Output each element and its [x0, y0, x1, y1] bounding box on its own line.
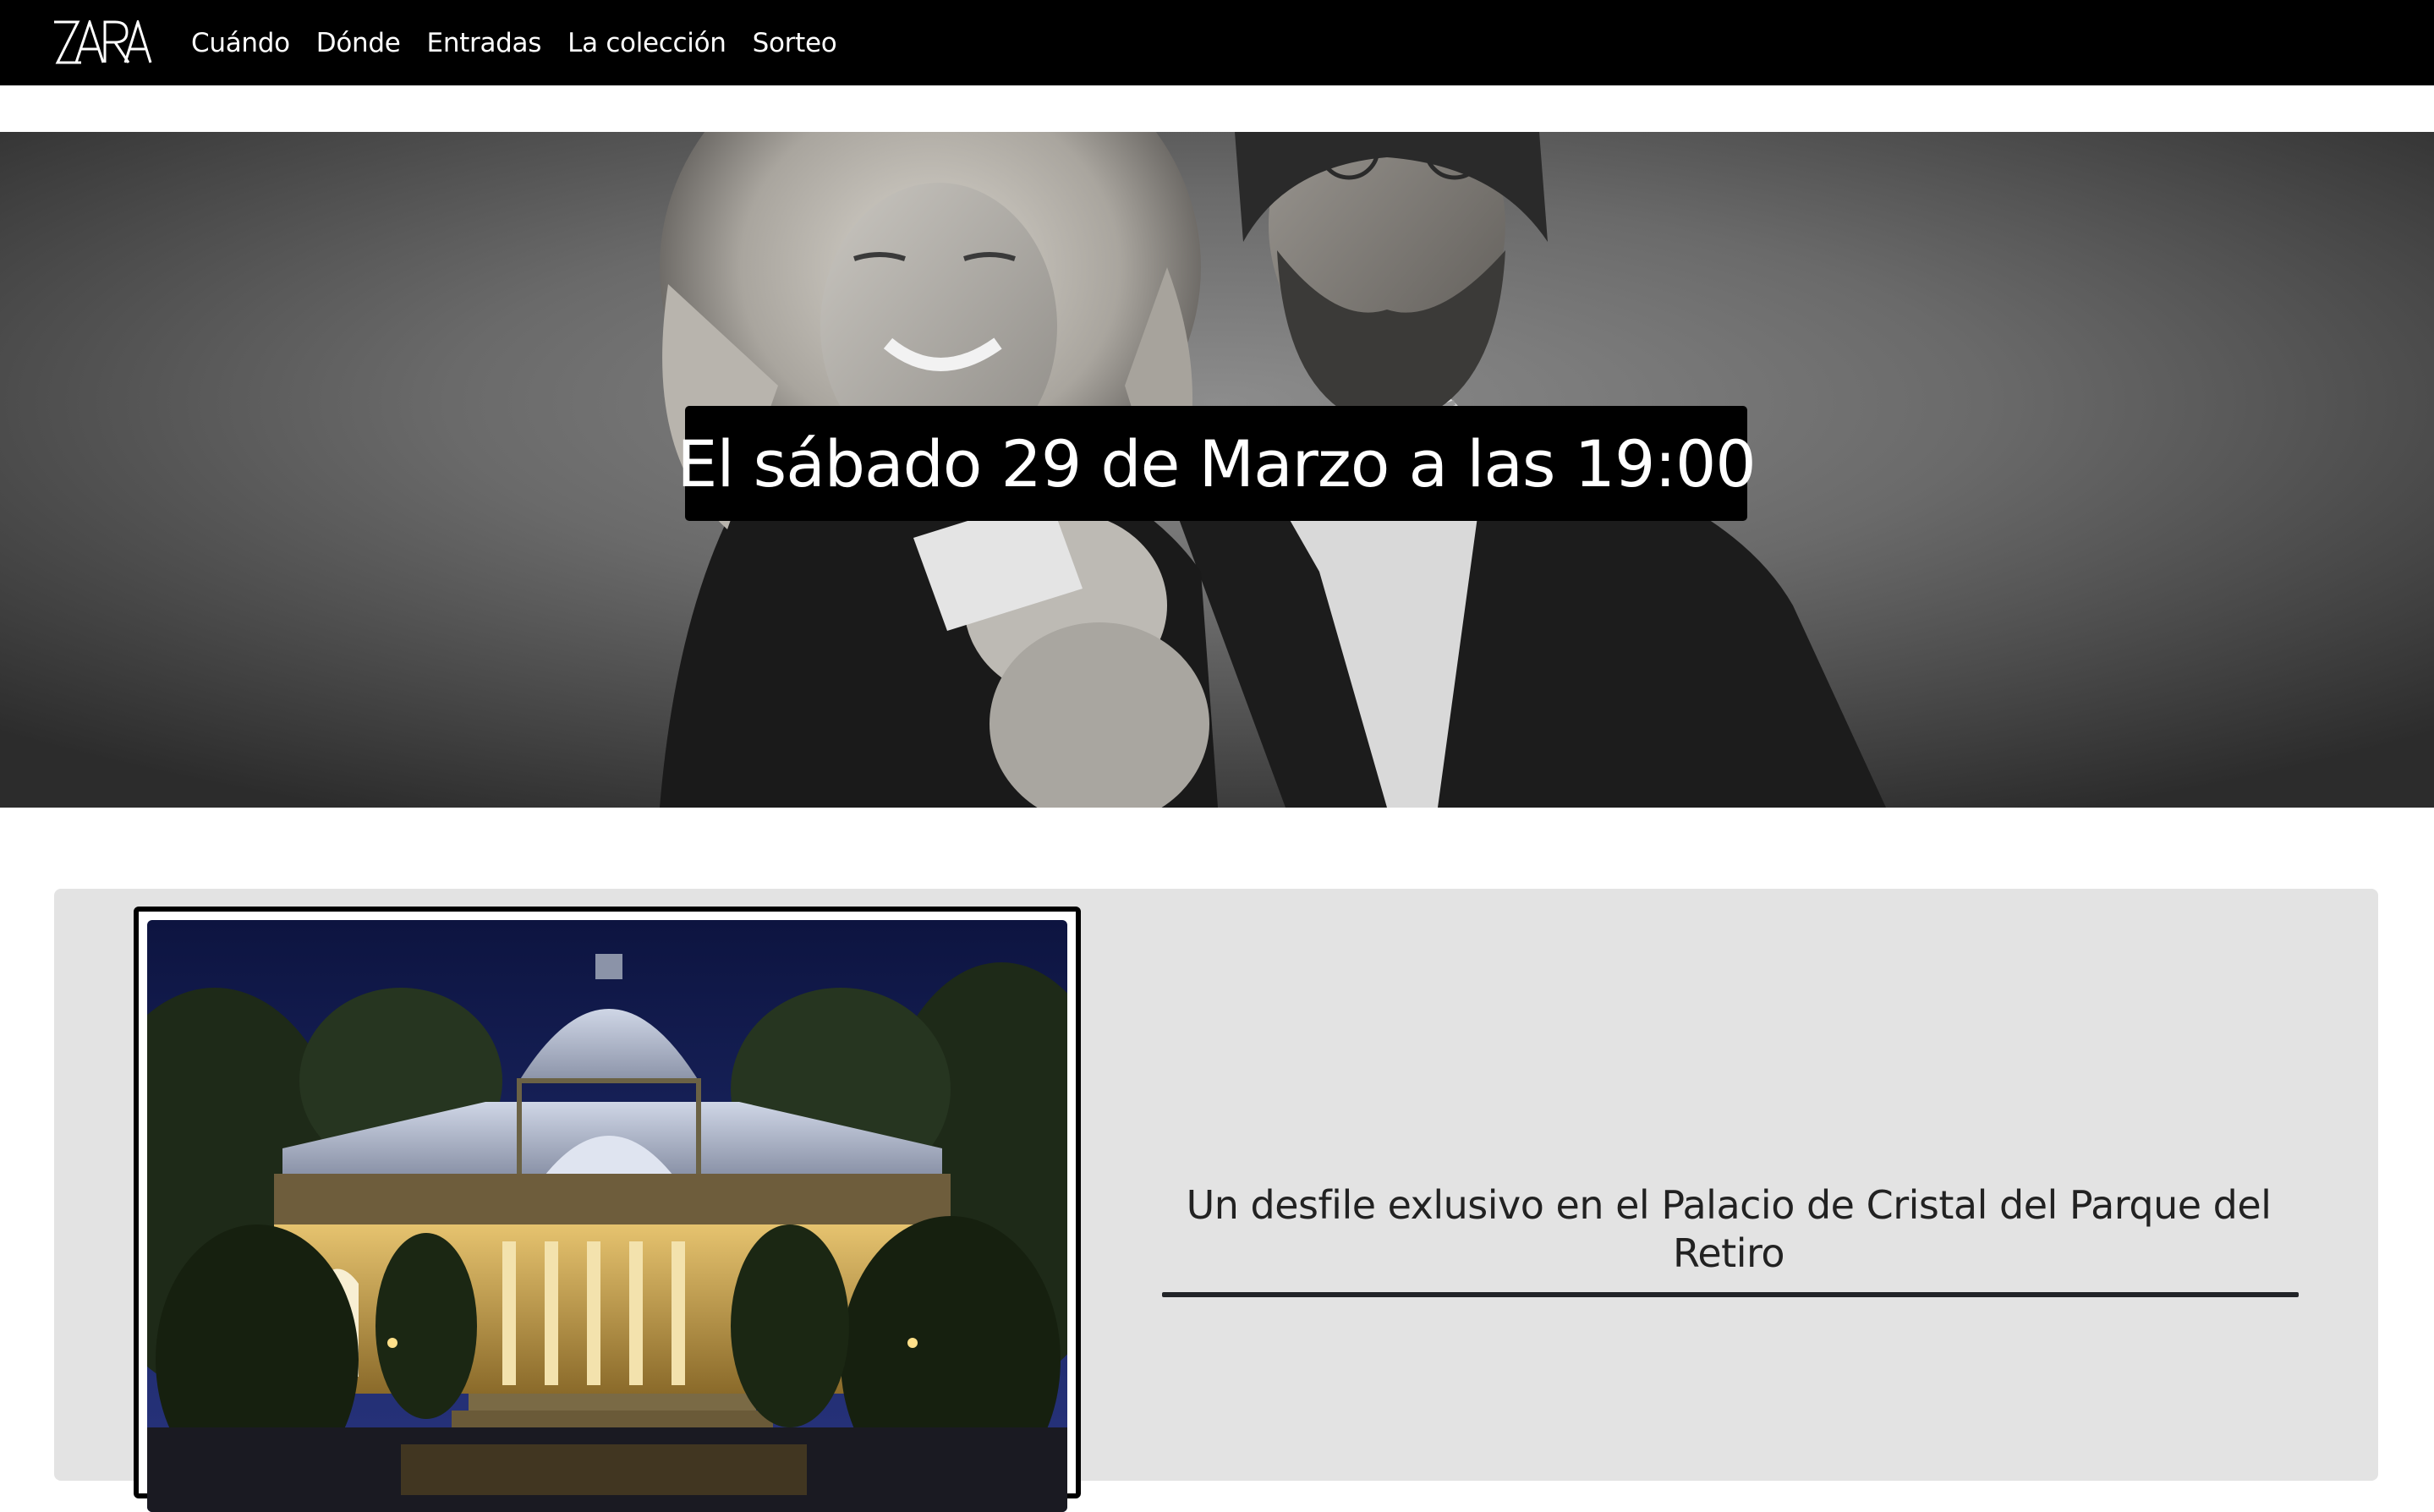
venue-description: Un desfile exlusivo en el Palacio de Cri…	[1186, 1182, 2272, 1276]
palacio-de-cristal-photo	[147, 920, 1067, 1512]
nav-link-la-coleccion[interactable]: La colección	[567, 28, 726, 58]
hero-banner: El sábado 29 de Marzo a las 19:00	[0, 132, 2434, 808]
top-navbar: Cuándo Dónde Entradas La colección Sorte…	[0, 0, 2434, 85]
nav-link-entradas[interactable]: Entradas	[427, 28, 542, 58]
nav-link-sorteo[interactable]: Sorteo	[753, 28, 837, 58]
nav-link-donde[interactable]: Dónde	[316, 28, 401, 58]
section-divider	[1162, 1292, 2299, 1297]
venue-section: Un desfile exlusivo en el Palacio de Cri…	[54, 889, 2378, 1512]
venue-photo-frame	[134, 907, 1081, 1512]
nav-link-cuando[interactable]: Cuándo	[191, 28, 290, 58]
zara-logo[interactable]	[52, 17, 152, 64]
zara-logo-icon	[54, 17, 152, 64]
nav-links: Cuándo Dónde Entradas La colección Sorte…	[191, 0, 863, 85]
event-date-caption: El sábado 29 de Marzo a las 19:00	[677, 406, 1757, 521]
